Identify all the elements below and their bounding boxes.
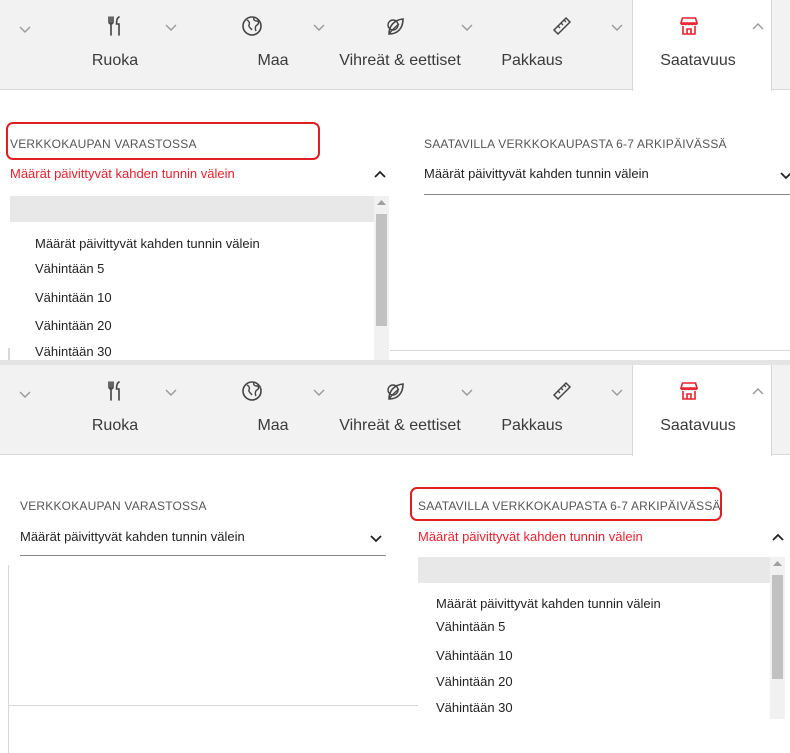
chevron-down-icon[interactable] (18, 387, 32, 401)
web-available-select[interactable]: Määrät päivittyvät kahden tunnin välein (418, 529, 643, 544)
tab-label: Maa (257, 52, 289, 69)
tab-label: Ruoka (91, 417, 139, 434)
web-stock-title: VERKKOKAUPAN VARASTOSSA (20, 499, 207, 513)
tab-vihreat-eettiset[interactable]: Vihreät & eettiset (320, 365, 480, 455)
tab-label: Pakkaus (501, 52, 563, 69)
chevron-up-icon (752, 388, 764, 395)
scroll-up-arrow-icon[interactable] (773, 560, 782, 566)
options-list-header (418, 557, 770, 583)
select-underline (424, 194, 790, 195)
chevron-down-icon (461, 389, 473, 396)
tab-ruoka[interactable]: Ruoka (40, 0, 190, 90)
globe-icon (242, 16, 262, 36)
tab-label: Saatavuus (660, 417, 736, 434)
chevron-down-icon (611, 389, 623, 396)
options-scrollbar[interactable] (374, 196, 389, 361)
chevron-up-icon (752, 23, 764, 30)
options-list-header (10, 196, 374, 222)
option-item[interactable]: Vähintään 20 (35, 318, 112, 333)
web-available-title: SAATAVILLA VERKKOKAUPASTA 6-7 ARKIPÄIVÄS… (424, 137, 727, 151)
option-item[interactable]: Vähintään 5 (436, 619, 505, 634)
chevron-down-icon[interactable] (780, 169, 790, 181)
scroll-up-arrow-icon[interactable] (377, 199, 386, 205)
web-available-title: SAATAVILLA VERKKOKAUPASTA 6-7 ARKIPÄIVÄS… (418, 499, 721, 513)
scrollbar-thumb[interactable] (376, 214, 387, 326)
chevron-down-icon (461, 24, 473, 31)
store-icon (680, 382, 698, 400)
chevron-down-icon[interactable] (18, 22, 32, 36)
web-stock-select[interactable]: Määrät päivittyvät kahden tunnin välein (10, 166, 235, 181)
tab-maa[interactable]: Maa (190, 365, 325, 455)
availability-panel-first-dropdown-open: Ruoka Maa Vihreät & eettiset Pakkaus Saa… (0, 0, 790, 361)
tab-bar: Ruoka Maa Vihreät & eettiset Pakkaus Saa… (0, 0, 790, 91)
option-item[interactable]: Vähintään 10 (35, 290, 112, 305)
option-item[interactable]: Vähintään 30 (436, 700, 513, 715)
divider (8, 348, 10, 360)
chevron-down-icon (165, 24, 177, 31)
web-available-options-list[interactable]: Määrät päivittyvät kahden tunnin välein … (418, 557, 786, 719)
tab-maa[interactable]: Maa (190, 0, 325, 90)
option-item[interactable]: Vähintään 20 (436, 674, 513, 689)
tab-label: Saatavuus (660, 52, 736, 69)
web-available-select[interactable]: Määrät päivittyvät kahden tunnin välein (424, 166, 649, 181)
tab-pakkaus[interactable]: Pakkaus (480, 0, 632, 90)
tab-ruoka[interactable]: Ruoka (40, 365, 190, 455)
scrollbar-thumb[interactable] (772, 575, 783, 679)
options-scrollbar[interactable] (770, 557, 785, 719)
tab-label: Pakkaus (501, 417, 563, 434)
option-item[interactable]: Vähintään 30 (35, 344, 112, 359)
chevron-down-icon (165, 389, 177, 396)
chevron-up-icon[interactable] (772, 532, 784, 544)
leaf-icon (387, 18, 404, 35)
tab-saatavuus[interactable]: Saatavuus (632, 365, 772, 456)
option-item[interactable]: Vähintään 10 (436, 648, 513, 663)
web-stock-select[interactable]: Määrät päivittyvät kahden tunnin välein (20, 529, 245, 544)
option-item[interactable]: Määrät päivittyvät kahden tunnin välein (35, 236, 260, 251)
leaf-icon (387, 383, 404, 400)
availability-panel-second-dropdown-open: Ruoka Maa Vihreät & eettiset Pakkaus Saa… (0, 365, 790, 753)
divider (8, 565, 9, 753)
tab-label: Ruoka (91, 52, 139, 69)
tab-label: Maa (257, 417, 289, 434)
divider (390, 350, 790, 351)
tab-saatavuus[interactable]: Saatavuus (632, 0, 772, 91)
utensils-icon (108, 16, 120, 36)
ruler-icon (553, 382, 571, 400)
divider (8, 705, 418, 706)
tab-bar: Ruoka Maa Vihreät & eettiset Pakkaus Saa… (0, 365, 790, 456)
chevron-up-icon[interactable] (374, 169, 386, 181)
ruler-icon (553, 17, 571, 35)
tab-pakkaus[interactable]: Pakkaus (480, 365, 632, 455)
web-stock-title: VERKKOKAUPAN VARASTOSSA (10, 137, 197, 151)
web-stock-options-list[interactable]: Määrät päivittyvät kahden tunnin välein … (10, 196, 390, 361)
globe-icon (242, 381, 262, 401)
tab-vihreat-eettiset[interactable]: Vihreät & eettiset (320, 0, 480, 90)
chevron-down-icon[interactable] (370, 532, 382, 544)
option-item[interactable]: Vähintään 5 (35, 261, 104, 276)
select-underline (20, 555, 386, 556)
utensils-icon (108, 381, 120, 401)
store-icon (680, 17, 698, 35)
option-item[interactable]: Määrät päivittyvät kahden tunnin välein (436, 596, 661, 611)
chevron-down-icon (611, 24, 623, 31)
